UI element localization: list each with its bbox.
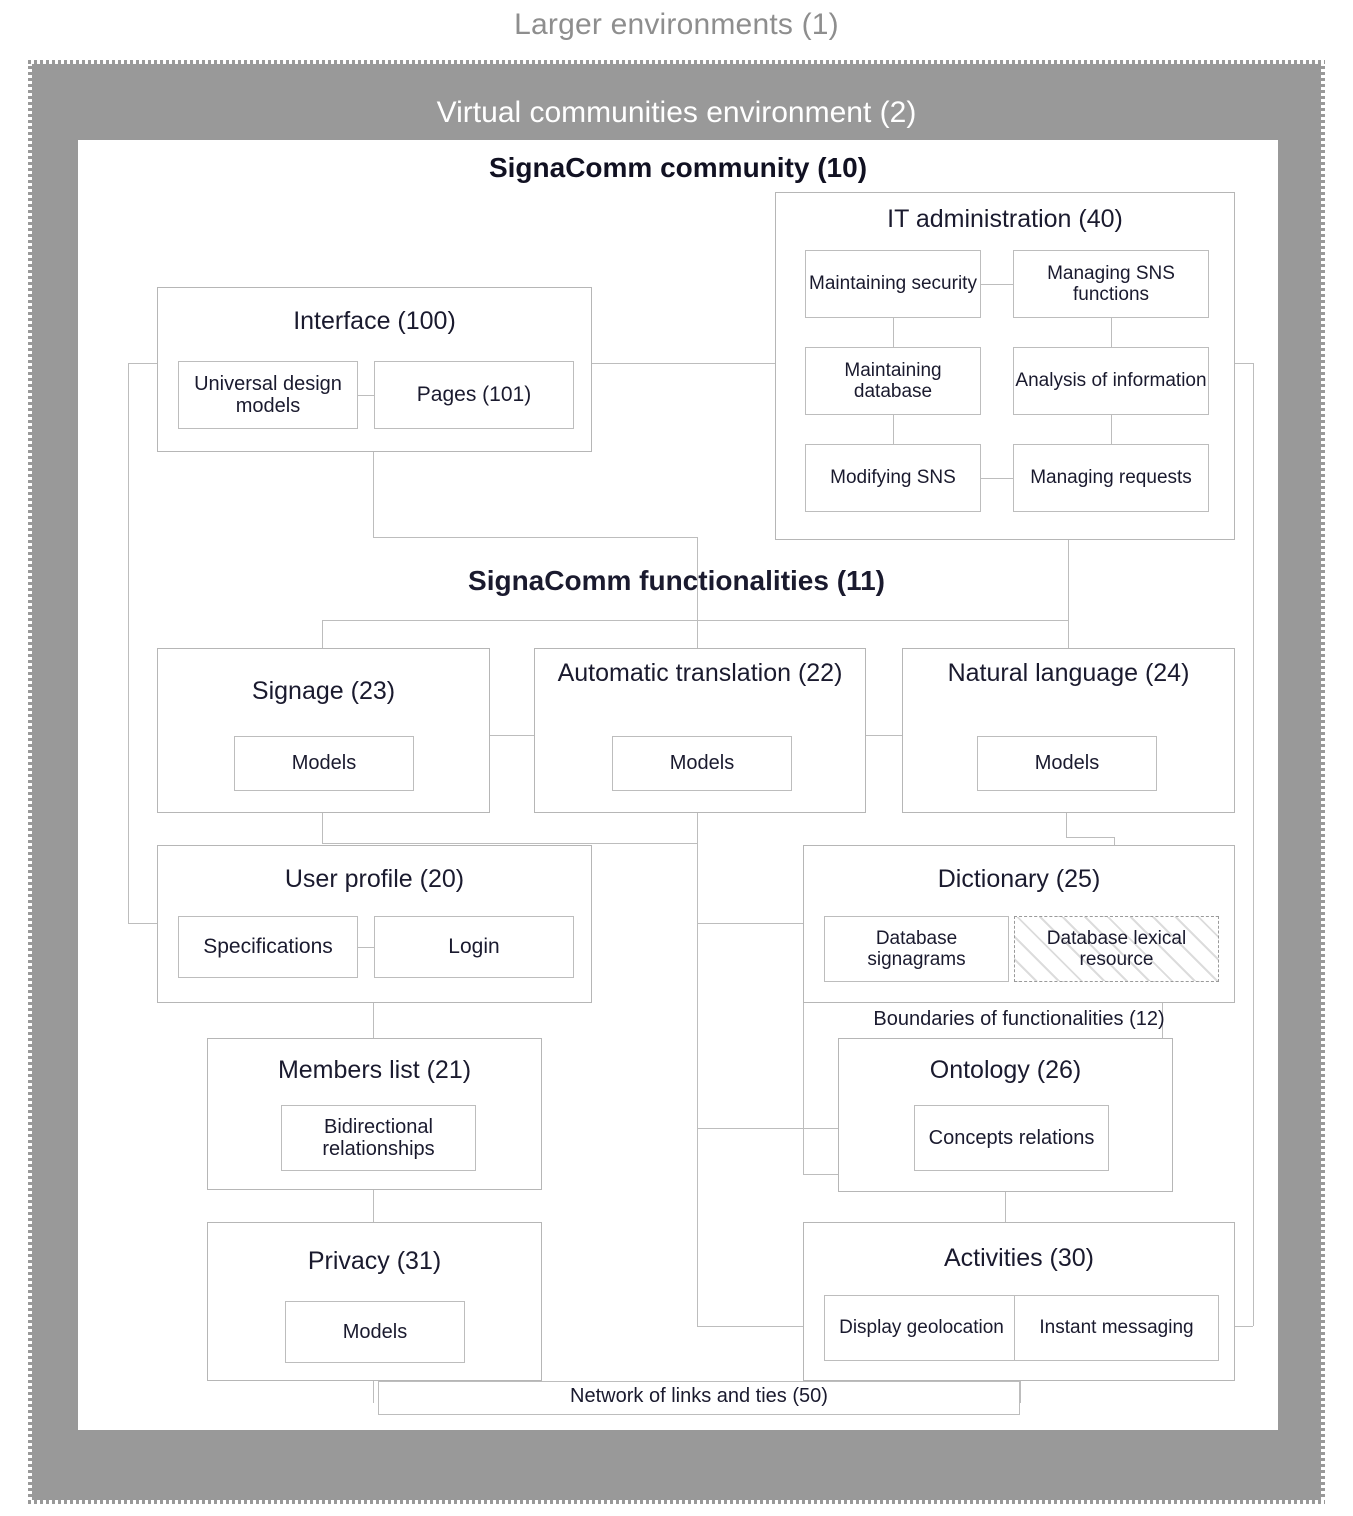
signacomm-functionalities-label: SignaComm functionalities (11) [468,565,885,596]
connector-interface-down [373,452,374,537]
connector-privacy-to-network [373,1381,374,1403]
node-privacy[interactable]: Privacy (31) Models [207,1222,542,1381]
signage-title: Signage (23) [251,677,396,705]
interface-child-universal-design-models[interactable]: Universal design models [178,361,358,429]
connector-interface-to-center [373,537,697,538]
connector-func-to-signage [322,620,323,648]
connector-signage-down [322,813,323,843]
automatic-translation-title: Automatic translation (22) [557,659,843,687]
connector-functionalities-bar [322,620,1068,621]
user-profile-child-specifications[interactable]: Specifications [178,916,358,978]
connector-signage-translation [490,735,534,736]
node-dictionary[interactable]: Dictionary (25) Database signagrams Data… [803,845,1235,1003]
virtual-communities-environment-label: Virtual communities environment (2) [436,96,917,129]
user-profile-link-1 [358,947,374,948]
it-child-maintaining-security[interactable]: Maintaining security [805,250,981,318]
members-list-title: Members list (21) [277,1056,472,1084]
it-link-4 [893,415,894,444]
it-link-6 [981,478,1013,479]
connector-natural-right [1066,837,1114,838]
connector-userprofile-to-members [373,1003,374,1038]
it-link-2 [893,318,894,347]
diagram-canvas: Larger environments (1) Virtual communit… [0,0,1353,1516]
larger-environments-label: Larger environments (1) [514,8,839,41]
connector-translation-natural [866,735,902,736]
interface-child-pages[interactable]: Pages (101) [374,361,574,429]
natural-language-title: Natural language (24) [947,659,1190,687]
natural-language-child-models[interactable]: Models [977,736,1157,791]
connector-signage-bar [322,843,697,844]
it-administration-title: IT administration (40) [887,205,1123,233]
connector-members-to-privacy [373,1190,374,1222]
dictionary-child-database-lexical-resource[interactable]: Database lexical resource [1014,916,1219,982]
node-it-administration[interactable]: IT administration (40) Maintaining secur… [775,192,1235,540]
privacy-child-models[interactable]: Models [285,1301,465,1363]
connector-interface-left-stub [128,363,158,364]
ontology-child-concepts-relations[interactable]: Concepts relations [914,1105,1109,1171]
it-link-3 [1111,318,1112,347]
signacomm-community-label: SignaComm community (10) [488,152,868,183]
it-child-managing-requests[interactable]: Managing requests [1013,444,1209,512]
it-child-maintaining-database[interactable]: Maintaining database [805,347,981,415]
it-child-managing-sns-functions[interactable]: Managing SNS functions [1013,250,1209,318]
connector-spine-to-activities [697,1326,803,1327]
activities-child-instant-messaging[interactable]: Instant messaging [1014,1295,1219,1361]
boundaries-functionalities-label: Boundaries of functionalities (12) [873,1008,1165,1030]
ontology-title: Ontology (26) [929,1056,1082,1084]
connector-it-right-stub [1235,363,1253,364]
it-child-modifying-sns[interactable]: Modifying SNS [805,444,981,512]
connector-func-to-translation [697,620,698,648]
privacy-title: Privacy (31) [307,1247,442,1275]
node-signage[interactable]: Signage (23) Models [157,648,490,813]
node-interface[interactable]: Interface (100) Universal design models … [157,287,592,452]
interface-title: Interface (100) [293,307,456,335]
connector-userprofile-left-stub [128,923,158,924]
node-activities[interactable]: Activities (30) Display geolocation Inst… [803,1222,1235,1381]
it-link-5 [1111,415,1112,444]
connector-right-rail [1253,363,1254,1326]
user-profile-title: User profile (20) [284,865,465,893]
connector-left-rail [128,363,129,923]
it-link-1 [981,284,1013,285]
node-natural-language[interactable]: Natural language (24) Models [902,648,1235,813]
node-automatic-translation[interactable]: Automatic translation (22) Models [534,648,866,813]
activities-child-display-geolocation[interactable]: Display geolocation [824,1295,1019,1361]
connector-interface-to-it [592,363,775,364]
interface-link-1 [358,395,374,396]
automatic-translation-child-models[interactable]: Models [612,736,792,791]
network-links-label: Network of links and ties (50) [570,1385,828,1407]
members-list-child-bidirectional-relationships[interactable]: Bidirectional relationships [281,1105,476,1171]
node-members-list[interactable]: Members list (21) Bidirectional relation… [207,1038,542,1190]
it-child-analysis-of-information[interactable]: Analysis of information [1013,347,1209,415]
connector-spine-to-dictionary [697,923,803,924]
signage-child-models[interactable]: Models [234,736,414,791]
activities-title: Activities (30) [943,1244,1095,1272]
connector-activities-to-network [1020,1381,1021,1403]
connector-func-to-natural [1068,620,1069,648]
node-user-profile[interactable]: User profile (20) Specifications Login [157,845,592,1003]
node-ontology[interactable]: Ontology (26) Concepts relations [838,1038,1173,1192]
user-profile-child-login[interactable]: Login [374,916,574,978]
connector-ontology-to-activities [1005,1192,1006,1222]
connector-activities-right-stub [1235,1326,1253,1327]
dictionary-child-database-signagrams[interactable]: Database signagrams [824,916,1009,982]
dictionary-title: Dictionary (25) [937,865,1101,893]
